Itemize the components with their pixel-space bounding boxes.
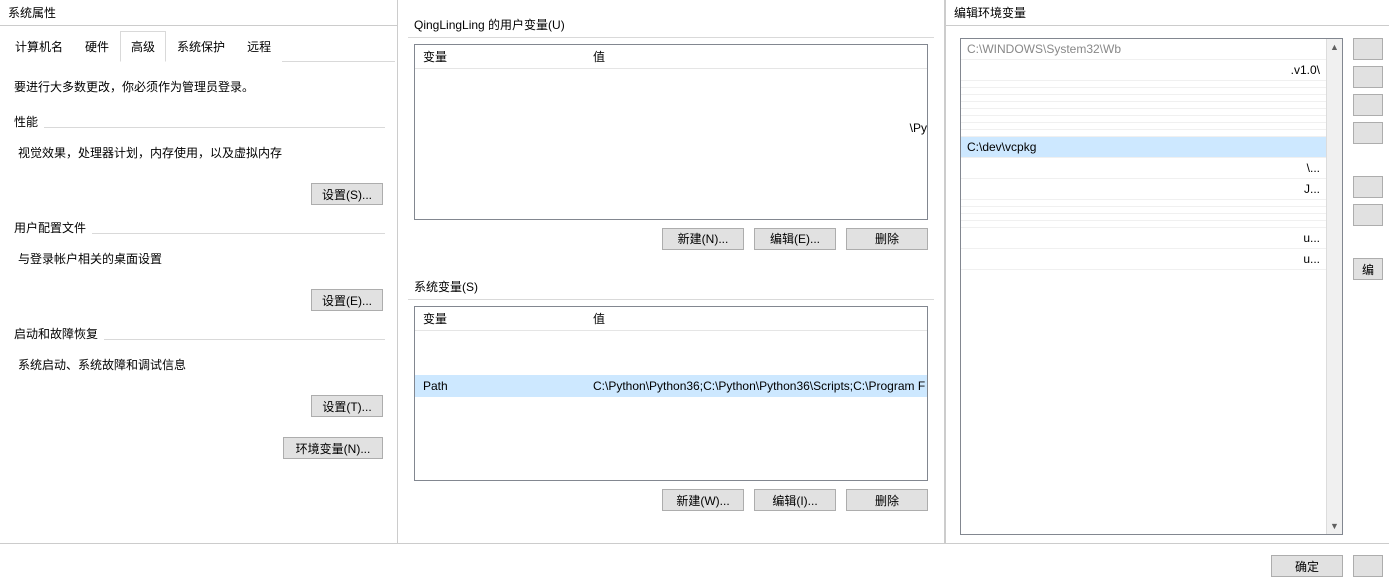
section-userprofile: 用户配置文件 与登录帐户相关的桌面设置 设置(E)... [14,219,385,311]
path-entry[interactable] [961,207,1326,214]
list-row-path[interactable]: Path C:\Python\Python36;C:\Python\Python… [415,375,927,397]
user-variables-group: 变量 值 \Py 新建(N)... 编辑(E)... 删除 [408,37,934,266]
section-startup-desc: 系统启动、系统故障和调试信息 [18,356,385,373]
user-variables-label: QingLingLing 的用户变量(U) [414,16,934,33]
cell-value: C:\Python\Python36;C:\Python\Python36\Sc… [585,379,927,393]
path-entry[interactable]: u... [961,228,1326,249]
dialog-title: 系统属性 [0,0,399,26]
edit-content: C:\WINDOWS\System32\Wb .v1.0\ C:\dev\vcp… [946,26,1389,545]
tab-advanced[interactable]: 高级 [120,31,166,62]
tab-remote[interactable]: 远程 [236,31,282,62]
side-button-4[interactable] [1353,122,1383,144]
scrollbar-vertical[interactable]: ▲ ▼ [1326,39,1342,534]
section-userprofile-header: 用户配置文件 [14,221,92,235]
system-variables-label: 系统变量(S) [414,278,934,295]
tab-computer-name[interactable]: 计算机名 [4,31,74,62]
list-row[interactable]: \Py [415,117,927,139]
scroll-up-arrow-icon[interactable]: ▲ [1327,39,1342,55]
path-entry[interactable] [961,88,1326,95]
side-button-6[interactable] [1353,204,1383,226]
tab-body-advanced: 要进行大多数更改，你必须作为管理员登录。 性能 视觉效果，处理器计划，内存使用，… [0,62,399,545]
list-row[interactable] [415,353,927,375]
user-new-button[interactable]: 新建(N)... [662,228,744,250]
userprofile-settings-button[interactable]: 设置(E)... [311,289,383,311]
section-performance-desc: 视觉效果，处理器计划，内存使用，以及虚拟内存 [18,144,385,161]
section-performance-header: 性能 [14,115,44,129]
path-entry[interactable] [961,116,1326,123]
sys-new-button[interactable]: 新建(W)... [662,489,744,511]
scroll-down-arrow-icon[interactable]: ▼ [1327,518,1342,534]
col-value: 值 [585,48,927,65]
col-value: 值 [585,310,927,327]
startup-settings-button[interactable]: 设置(T)... [311,395,383,417]
user-variables-rows: \Py [415,69,927,139]
tabs-bar: 计算机名 硬件 高级 系统保护 远程 [4,26,395,62]
col-variable: 变量 [415,48,585,65]
side-button-2[interactable] [1353,66,1383,88]
path-entry[interactable] [961,109,1326,116]
user-edit-button[interactable]: 编辑(E)... [754,228,836,250]
side-button-3[interactable] [1353,94,1383,116]
section-userprofile-desc: 与登录帐户相关的桌面设置 [18,250,385,267]
section-performance: 性能 视觉效果，处理器计划，内存使用，以及虚拟内存 设置(S)... [14,113,385,205]
cell-variable: Path [415,379,585,393]
list-row[interactable] [415,331,927,353]
side-button-1[interactable] [1353,38,1383,60]
side-button-5[interactable] [1353,176,1383,198]
dialog-title: 编辑环境变量 [946,0,1389,26]
edit-environment-variable-dialog: 编辑环境变量 C:\WINDOWS\System32\Wb .v1.0\ C:\… [945,0,1389,544]
path-entry[interactable]: .v1.0\ [961,60,1326,81]
path-entry[interactable]: C:\WINDOWS\System32\Wb [961,39,1326,60]
path-entry[interactable] [961,102,1326,109]
sys-delete-button[interactable]: 删除 [846,489,928,511]
ok-button[interactable]: 确定 [1271,555,1343,577]
path-entry-selected[interactable]: C:\dev\vcpkg [961,137,1326,158]
list-header: 变量 值 [415,307,927,331]
cell-value: \Py [585,121,927,135]
admin-note: 要进行大多数更改，你必须作为管理员登录。 [14,78,385,95]
path-entry[interactable] [961,123,1326,130]
cancel-button-fragment[interactable] [1353,555,1383,577]
path-entry[interactable] [961,81,1326,88]
user-variables-buttons: 新建(N)... 编辑(E)... 删除 [414,228,928,250]
system-variables-listbox[interactable]: 变量 值 Path C:\Python\Python36;C:\Python\P… [414,306,928,482]
path-entry[interactable]: \... [961,158,1326,179]
tab-system-protection[interactable]: 系统保护 [166,31,236,62]
user-delete-button[interactable]: 删除 [846,228,928,250]
sys-edit-button[interactable]: 编辑(I)... [754,489,836,511]
list-header: 变量 值 [415,45,927,69]
environment-variables-button[interactable]: 环境变量(N)... [283,437,383,459]
edit-side-buttons: 编 [1353,38,1383,535]
side-button-7[interactable]: 编 [1353,258,1383,280]
tab-hardware[interactable]: 硬件 [74,31,120,62]
path-entry[interactable]: J... [961,179,1326,200]
section-startup-header: 启动和故障恢复 [14,327,104,341]
user-variables-listbox[interactable]: 变量 值 \Py [414,44,928,220]
system-variables-group: 变量 值 Path C:\Python\Python36;C:\Python\P… [408,299,934,528]
edit-bottom-row: 确定 [946,545,1389,577]
system-variables-rows: Path C:\Python\Python36;C:\Python\Python… [415,331,927,397]
col-variable: 变量 [415,310,585,327]
path-list[interactable]: C:\WINDOWS\System32\Wb .v1.0\ C:\dev\vcp… [960,38,1343,535]
env-content: QingLingLing 的用户变量(U) 变量 值 \Py 新建(N)... … [398,0,944,543]
path-entry[interactable] [961,95,1326,102]
performance-settings-button[interactable]: 设置(S)... [311,183,383,205]
system-variables-buttons: 新建(W)... 编辑(I)... 删除 [414,489,928,511]
envvar-button-row: 环境变量(N)... [14,437,385,459]
path-entry[interactable] [961,221,1326,228]
path-entry[interactable] [961,214,1326,221]
path-entry[interactable] [961,200,1326,207]
path-entry[interactable]: u... [961,249,1326,270]
system-properties-dialog: 系统属性 计算机名 硬件 高级 系统保护 远程 要进行大多数更改，你必须作为管理… [0,0,400,544]
path-entry[interactable] [961,130,1326,137]
section-startup: 启动和故障恢复 系统启动、系统故障和调试信息 设置(T)... [14,325,385,417]
environment-variables-dialog: QingLingLing 的用户变量(U) 变量 值 \Py 新建(N)... … [397,0,945,544]
